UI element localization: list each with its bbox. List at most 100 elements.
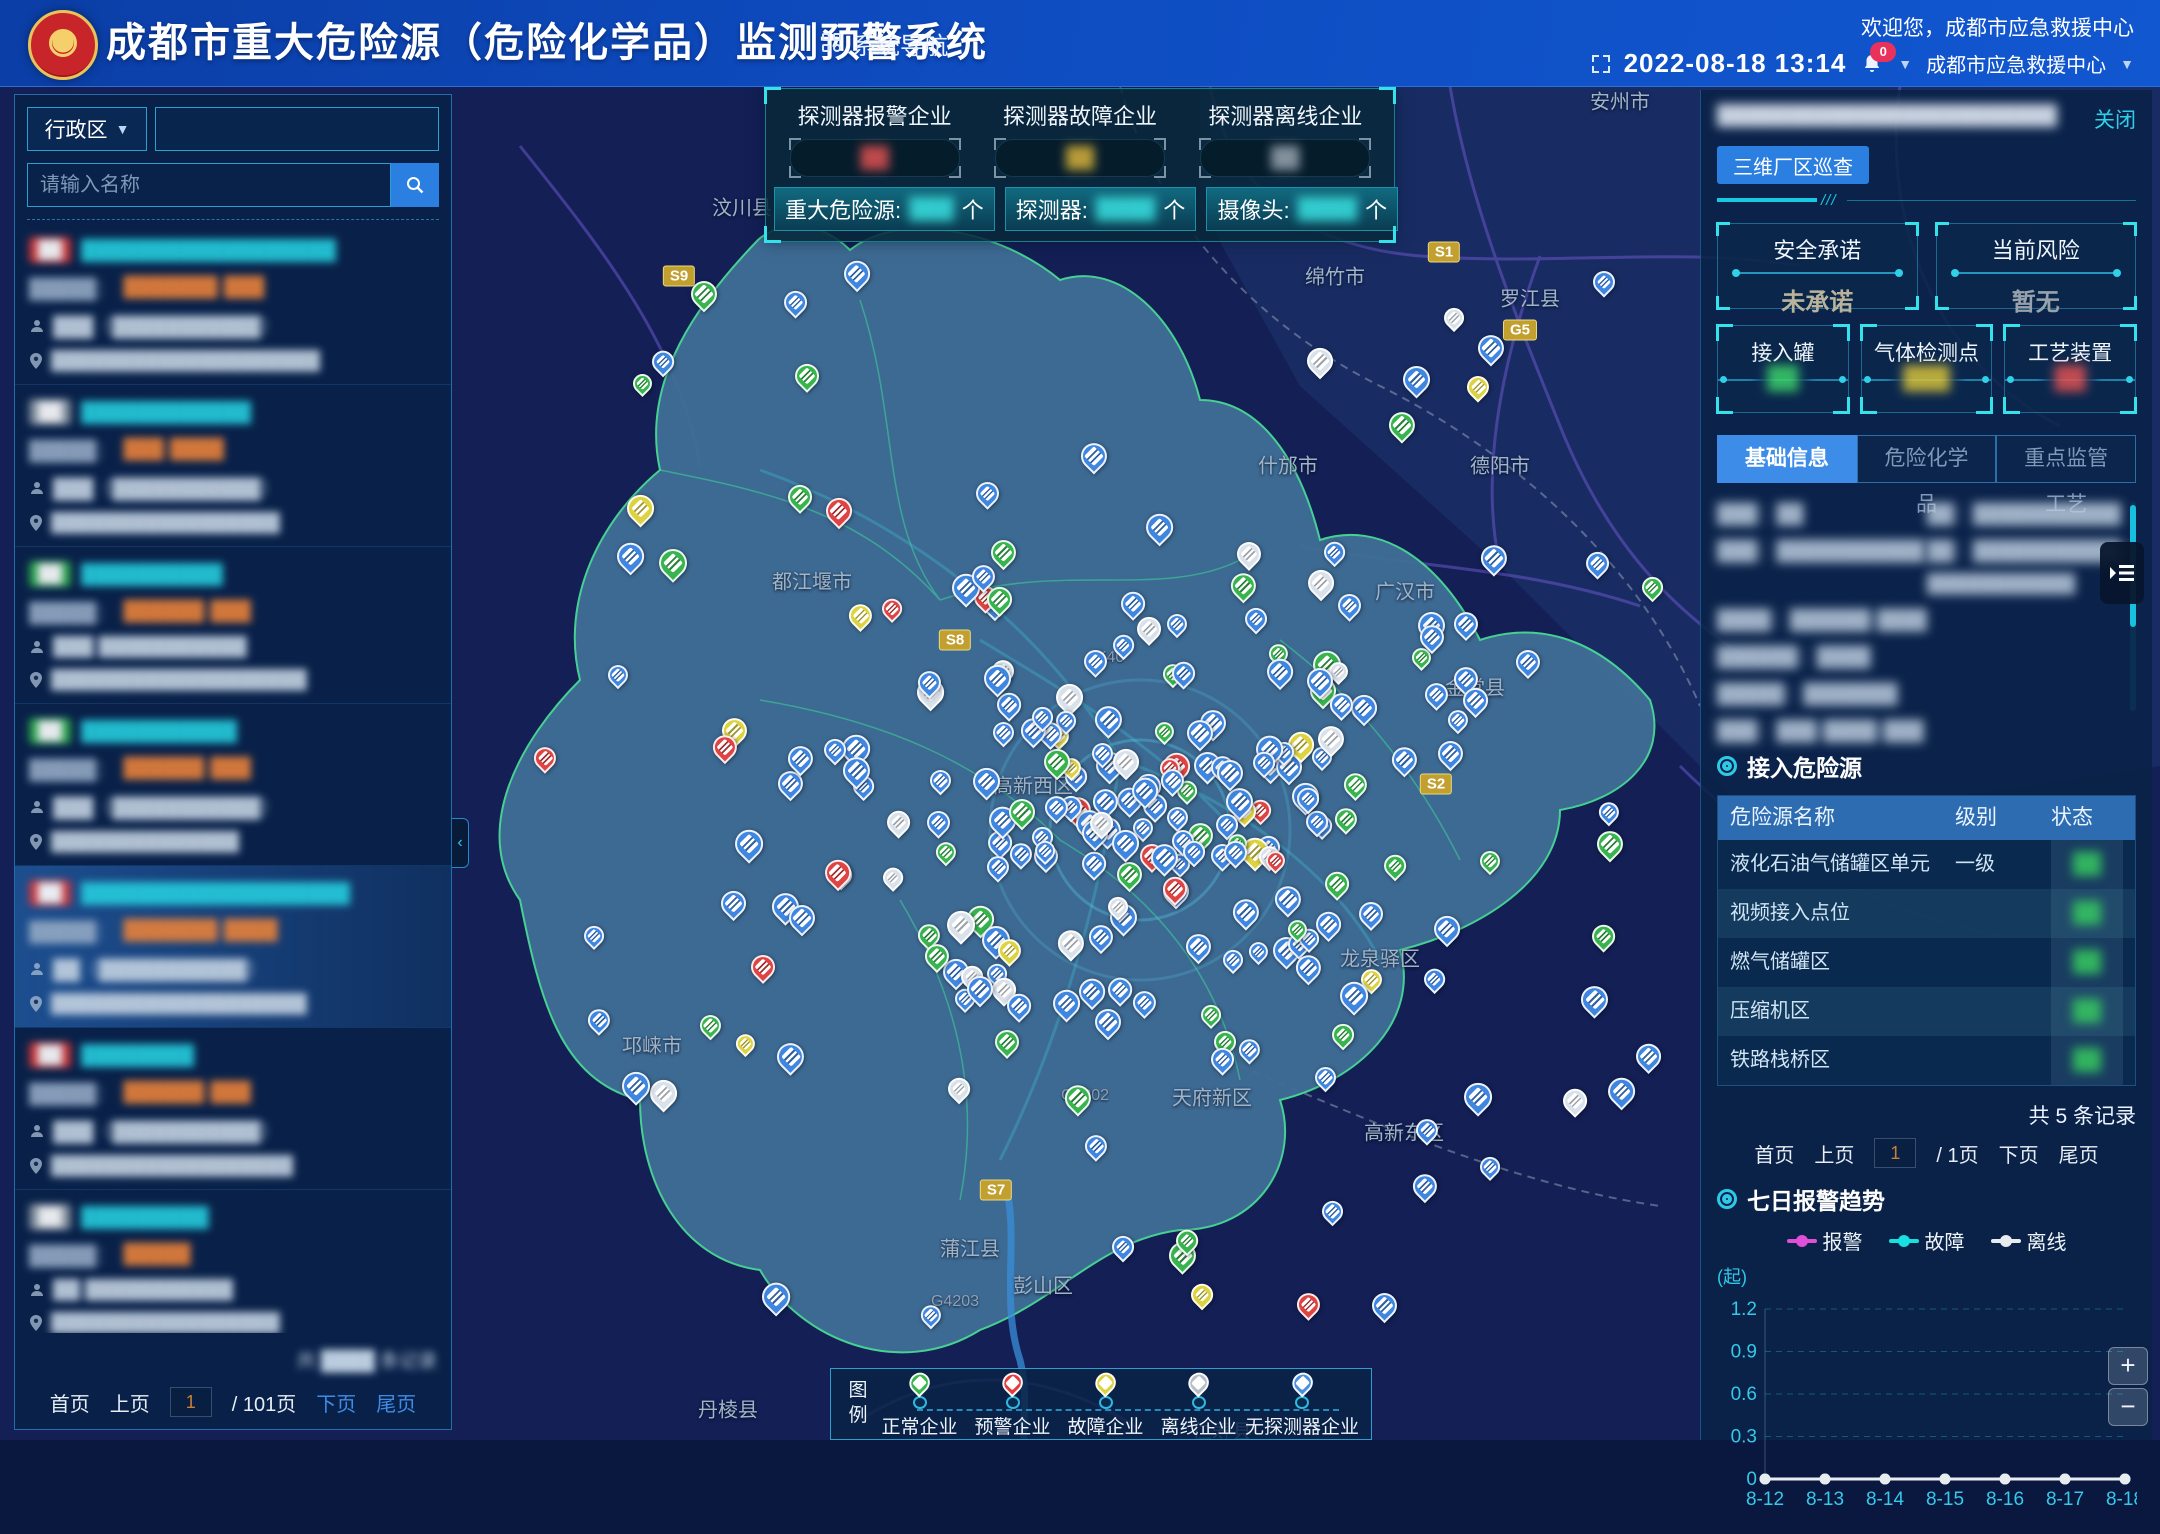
trend-legend-item[interactable]: 报警 [1787,1226,1863,1255]
table-row[interactable]: 视频接入点位██ [1718,889,2135,938]
company-sidebar: 行政区 ▼ █████████████████████████：███████·… [14,94,452,1430]
company-card[interactable]: ████████████████：███████ ███████████████… [15,1190,451,1333]
tab-危险化学品[interactable]: 危险化学品 [1857,435,1997,483]
legend-items: 正常企业预警企业故障企业离线企业无探测器企业 [873,1369,1359,1439]
detail-tabs: 基础信息危险化学品重点监管工艺 [1717,435,2136,483]
sidebar-pagination: 首页 上页 1 / 101页 下页 尾页 [15,1387,451,1417]
legend-pin-icon [1288,1368,1317,1397]
col-header-level: 级别 [1955,796,2051,840]
counter-bar: 摄像头:████个 [1206,187,1398,231]
bell-caret-icon[interactable]: ▼ [1898,56,1912,72]
district-select-label: 行政区 [45,114,108,144]
info-scrollbar[interactable] [2130,501,2136,711]
notification-badge: 0 [1870,42,1896,62]
trend-legend-item[interactable]: 故障 [1889,1226,1965,1255]
search-button[interactable] [391,163,439,207]
svg-text:8-13: 8-13 [1806,1489,1844,1510]
nav-label: 系统导航 [852,26,948,61]
map-place-label: 丹棱县 [698,1394,758,1423]
legend-item[interactable]: 无探测器企业 [1245,1369,1359,1439]
person-icon [29,799,45,815]
hazard-source-section-header: 接入危险源 [1717,749,2136,783]
map-zoom-control: + − [2108,1347,2148,1426]
legend-item[interactable]: 正常企业 [873,1369,966,1439]
legend-pin-icon [1184,1368,1213,1397]
company-card[interactable]: ██████████████████：██████·██████（███████… [15,704,451,866]
counter-bar: 探测器:████个 [1005,187,1197,231]
sidebar-collapse-button[interactable]: ‹ [452,818,469,868]
info-row: ███：███·████·███ [1717,716,2136,743]
tab-基础信息[interactable]: 基础信息 [1717,435,1857,483]
search-icon [405,175,425,195]
location-icon [29,353,43,369]
nav-grid-icon [822,33,842,53]
company-card[interactable]: ███████████████████：███·███████（████████… [15,385,451,547]
tbl-page-next-button[interactable]: 下页 [1999,1139,2039,1168]
zoom-out-button[interactable]: − [2108,1388,2148,1426]
table-header: 危险源名称 级别 状态 [1718,796,2135,840]
table-row[interactable]: 压缩机区██ [1718,987,2135,1036]
page-last-button[interactable]: 尾页 [376,1388,416,1417]
zoom-in-button[interactable]: + [2108,1347,2148,1385]
tab-重点监管工艺[interactable]: 重点监管工艺 [1996,435,2136,483]
svg-text:8-15: 8-15 [1926,1489,1964,1510]
app-root: 安州市汶川县绵竹市罗江县什邡市德阳市广汉市金堂县都江堰市高新西区龙泉驿区天府新区… [0,0,2160,1440]
person-icon [29,1282,45,1298]
map-place-label: 蒲江县 [940,1233,1000,1262]
hazard-source-title: 接入危险源 [1747,749,1862,783]
equipment-count-boxes: 接入罐██气体检测点███工艺装置██ [1717,325,2136,413]
table-row[interactable]: 液化石油气储罐区单元一级██ [1718,840,2135,889]
map-road-label: S9 [663,266,695,287]
tbl-page-number-input[interactable]: 1 [1874,1138,1916,1168]
page-number-input[interactable]: 1 [170,1387,212,1417]
system-nav-button[interactable]: 系统导航 [822,0,948,86]
table-pagination: 首页 上页 1 / 1页 下页 尾页 [1717,1138,2136,1168]
panel-expand-button[interactable] [2100,542,2144,604]
user-caret-icon[interactable]: ▼ [2120,56,2134,72]
svg-text:8-18: 8-18 [2106,1489,2137,1510]
trend-legend-item[interactable]: 离线 [1991,1226,2067,1255]
tbl-page-prev-button[interactable]: 上页 [1814,1139,1854,1168]
y-axis-unit-label: (起) [1717,1263,2136,1289]
legend-item[interactable]: 故障企业 [1059,1369,1152,1439]
location-icon [29,1158,43,1174]
district-value-box[interactable] [155,107,439,151]
stats-cards: 探测器报警企业██探测器故障企业██探测器离线企业██ [766,89,1394,177]
equipment-count-box: 接入罐██ [1717,325,1849,413]
plant-3d-tour-button[interactable]: 三维厂区巡查 [1717,146,1869,184]
section-bullet-icon [1717,1189,1737,1209]
search-input[interactable] [27,163,391,207]
location-icon [29,834,43,850]
page-next-button[interactable]: 下页 [316,1388,356,1417]
tbl-page-last-button[interactable]: 尾页 [2059,1139,2099,1168]
stat-card: 探测器报警企业██ [772,99,977,177]
datetime-display: 2022-08-18 13:14 [1624,48,1847,79]
legend-item[interactable]: 预警企业 [966,1369,1059,1439]
equipment-count-box: 气体检测点███ [1861,325,1993,413]
svg-text:8-17: 8-17 [2046,1489,2084,1510]
map-place-label: 彭山区 [1013,1270,1073,1299]
trend-section-header: 七日报警趋势 [1717,1182,2136,1216]
location-icon [29,672,43,688]
legend-item[interactable]: 离线企业 [1152,1369,1245,1439]
stat-card: 探测器故障企业██ [977,99,1182,177]
company-card[interactable]: ███████████████：██████·██████（██████████… [15,1028,451,1190]
table-row[interactable]: 铁路栈桥区██ [1718,1036,2135,1085]
notification-bell-icon[interactable]: 0 [1860,52,1884,76]
company-card[interactable]: ██████████████████████████：███████·█████… [15,866,451,1028]
user-menu[interactable]: 成都市应急救援中心 [1926,49,2106,78]
page-first-button[interactable]: 首页 [50,1388,90,1417]
district-caret-icon: ▼ [116,121,130,137]
legend-pin-icon [1091,1368,1120,1397]
table-row[interactable]: 燃气储罐区██ [1718,938,2135,987]
tbl-page-first-button[interactable]: 首页 [1754,1139,1794,1168]
fullscreen-icon[interactable] [1592,55,1610,73]
company-card[interactable]: █████████████████████████：███████·██████… [15,223,451,385]
filter-row: 行政区 ▼ [27,107,439,151]
district-select[interactable]: 行政区 ▼ [27,107,147,151]
close-panel-button[interactable]: 关闭 [2094,104,2136,134]
company-card[interactable]: █████████████████：██████·██████ ████████… [15,547,451,704]
safety-promise-box: 安全承诺 未承诺 [1717,223,1918,309]
info-row: ███：█████████████：███████████ / [1717,536,2136,563]
page-prev-button[interactable]: 上页 [110,1388,150,1417]
